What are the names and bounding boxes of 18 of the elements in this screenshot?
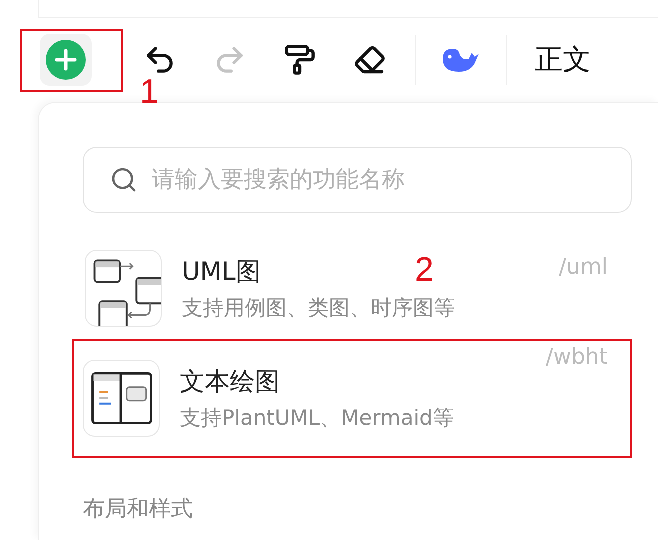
item-title: UML图 (182, 256, 261, 288)
slash-command: /wbht (546, 345, 608, 370)
eraser-icon (354, 44, 386, 76)
section-heading: 布局和样式 (83, 496, 194, 524)
paragraph-style-button[interactable]: 正文 (517, 41, 591, 79)
annotation-number: 2 (415, 253, 434, 287)
item-description: 支持PlantUML、Mermaid等 (180, 405, 454, 432)
add-button[interactable] (40, 34, 92, 86)
paint-roller-icon (284, 44, 316, 76)
search-field[interactable]: 请输入要搜索的功能名称 (83, 147, 632, 213)
item-description: 支持用例图、类图、时序图等 (182, 294, 455, 322)
annotation-number: 1 (140, 74, 159, 108)
menu-item[interactable]: UML图 支持用例图、类图、时序图等 2 /uml (83, 249, 632, 327)
menu-item[interactable]: 文本绘图 支持PlantUML、Mermaid等 /wbht (72, 339, 632, 458)
search-icon (110, 166, 138, 194)
slash-command: /uml (559, 255, 608, 280)
item-title: 文本绘图 (180, 366, 280, 398)
search-input[interactable]: 请输入要搜索的功能名称 (150, 166, 631, 194)
